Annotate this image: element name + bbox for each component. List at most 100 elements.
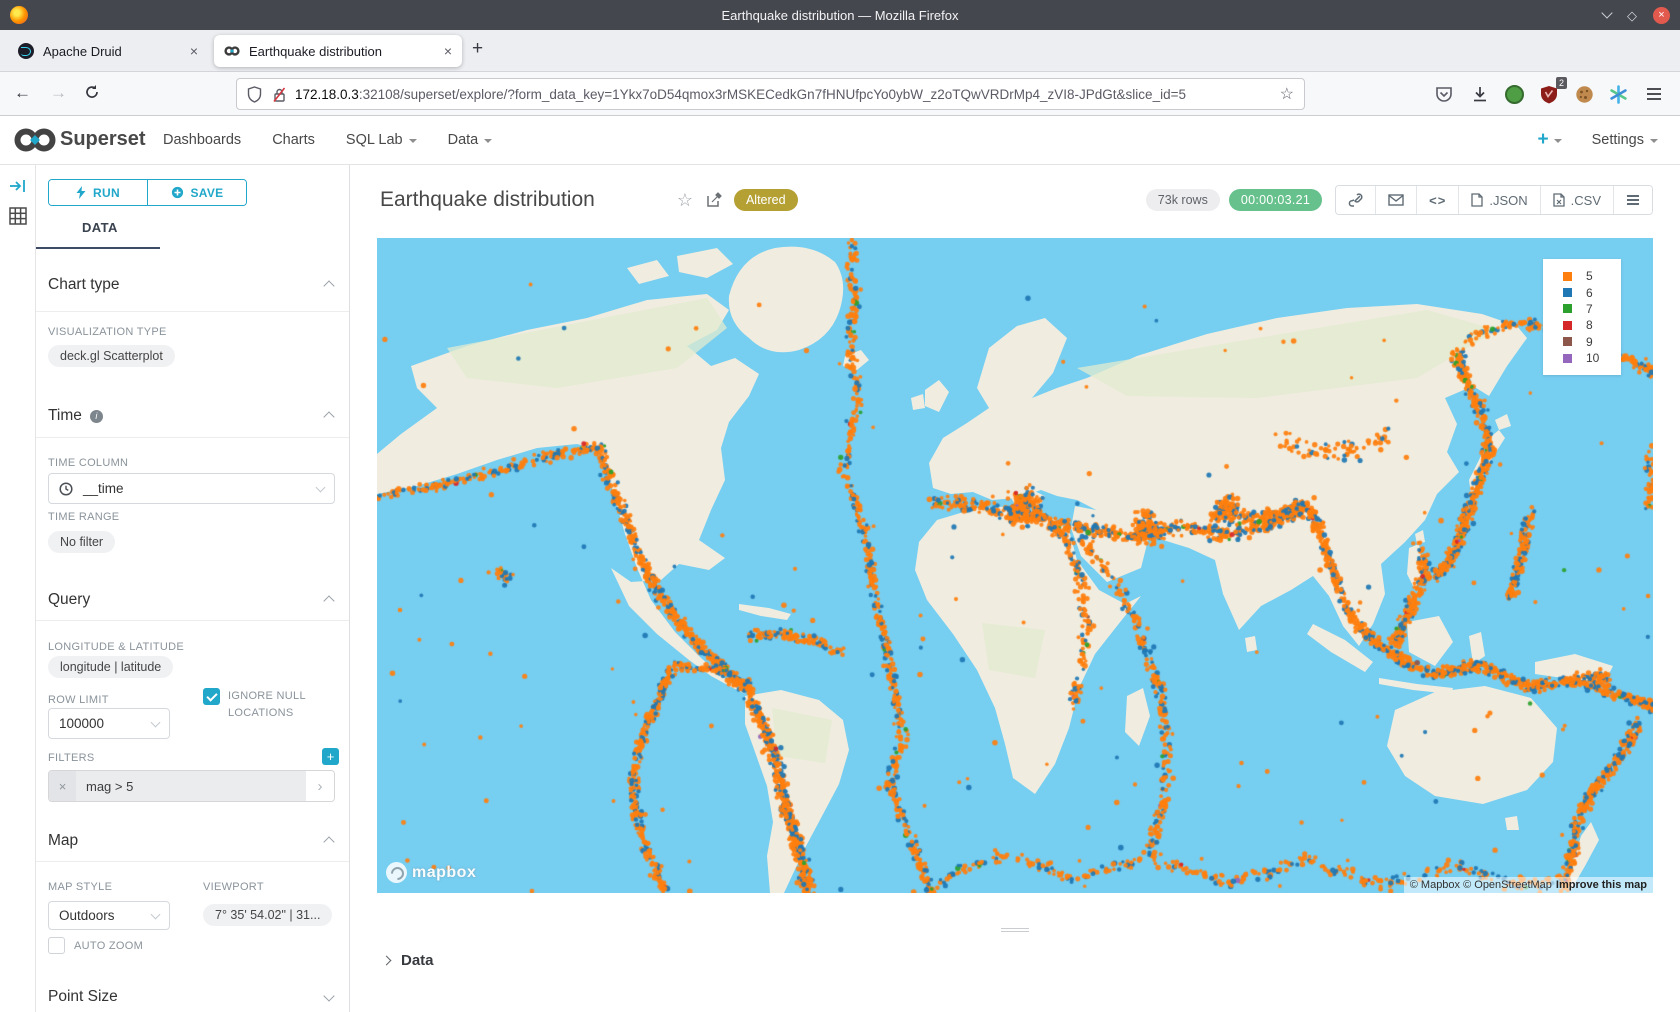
row-count-badge: 73k rows — [1146, 189, 1220, 211]
divider — [36, 437, 349, 438]
altered-badge[interactable]: Altered — [734, 189, 798, 211]
email-button[interactable] — [1375, 186, 1416, 214]
browser-tab-druid[interactable]: Apache Druid × — [8, 35, 208, 67]
viewport-value[interactable]: 7° 35' 54.02" | 31... — [203, 904, 332, 926]
nav-item-data[interactable]: Data — [448, 132, 493, 148]
save-button[interactable]: SAVE — [147, 180, 246, 205]
filter-value[interactable]: mag > 5 — [76, 771, 306, 801]
time-range-value[interactable]: No filter — [48, 531, 115, 553]
reload-button[interactable] — [84, 84, 100, 105]
collapse-icon[interactable] — [323, 836, 334, 847]
panel-resize-handle[interactable] — [1001, 926, 1029, 934]
tab-data[interactable]: DATA — [82, 220, 118, 235]
section-map[interactable]: Map — [48, 832, 78, 850]
chart-menu-button[interactable] — [1613, 186, 1652, 214]
settings-menu[interactable]: Settings — [1592, 132, 1658, 148]
row-limit-select[interactable]: 100000 — [48, 708, 170, 739]
nav-item-charts[interactable]: Charts — [272, 132, 315, 148]
tab-close-icon[interactable]: × — [444, 43, 452, 59]
time-column-select[interactable]: __time — [48, 473, 335, 504]
filter-chip[interactable]: × mag > 5 › — [48, 770, 335, 802]
mapbox-logo[interactable]: mapbox — [386, 862, 476, 883]
collapse-icon[interactable] — [323, 280, 334, 291]
brand-title[interactable]: Superset — [60, 128, 146, 151]
favorite-star-icon[interactable]: ☆ — [677, 190, 693, 211]
ignore-null-checkbox[interactable] — [203, 688, 220, 705]
clock-icon — [59, 482, 73, 496]
maximize-diamond-icon[interactable]: ◇ — [1627, 9, 1637, 22]
earthquake-points-layer[interactable] — [377, 238, 1653, 893]
filter-expand-icon[interactable]: › — [306, 771, 334, 801]
visualization-type-value[interactable]: deck.gl Scatterplot — [48, 345, 175, 367]
download-icon[interactable] — [1468, 82, 1492, 106]
edit-icon[interactable] — [706, 192, 722, 208]
lonlat-value[interactable]: longitude | latitude — [48, 656, 173, 678]
cookie-icon[interactable] — [1572, 82, 1596, 106]
section-chart-type[interactable]: Chart type — [48, 276, 120, 294]
legend-swatch — [1563, 337, 1572, 346]
tab-close-icon[interactable]: × — [190, 43, 198, 59]
collapse-icon[interactable] — [323, 595, 334, 606]
chevron-down-icon — [484, 139, 492, 143]
expand-icon[interactable] — [323, 990, 334, 1001]
nav-item-dashboards[interactable]: Dashboards — [163, 132, 241, 148]
info-icon: i — [90, 410, 103, 423]
minimize-icon[interactable] — [1601, 7, 1612, 18]
chart-title[interactable]: Earthquake distribution — [380, 188, 595, 212]
url-text[interactable]: 172.18.0.3:32108/superset/explore/?form_… — [295, 87, 1280, 102]
section-time[interactable]: Time i — [48, 407, 103, 425]
visualization-type-label: VISUALIZATION TYPE — [48, 326, 167, 338]
legend-swatch — [1563, 354, 1572, 363]
data-panel-toggle[interactable]: Data — [383, 952, 434, 969]
plus-circle-icon — [171, 186, 184, 199]
file-icon — [1471, 193, 1483, 207]
chevron-down-icon — [316, 482, 326, 492]
share-link-button[interactable] — [1336, 186, 1375, 214]
nav-item-sql-lab[interactable]: SQL Lab — [346, 132, 417, 148]
run-button[interactable]: RUN — [49, 180, 147, 205]
collapse-icon[interactable] — [323, 411, 334, 422]
auto-zoom-checkbox[interactable] — [48, 937, 65, 954]
map-style-select[interactable]: Outdoors — [48, 901, 170, 930]
add-filter-button[interactable]: + — [322, 748, 339, 765]
browser-tab-superset[interactable]: Earthquake distribution × — [214, 35, 462, 67]
close-button[interactable]: × — [1653, 7, 1670, 24]
section-query[interactable]: Query — [48, 591, 90, 609]
chart-actions: <> .JSON .CSV — [1335, 185, 1653, 215]
embed-code-button[interactable]: <> — [1416, 186, 1458, 214]
bookmark-star-icon[interactable]: ☆ — [1280, 84, 1294, 104]
chevron-down-icon — [1554, 139, 1562, 143]
legend-item[interactable]: 6 — [1563, 284, 1621, 300]
viewport-label: VIEWPORT — [203, 881, 264, 893]
privacy-badger-icon[interactable] — [1502, 82, 1526, 106]
legend-item[interactable]: 9 — [1563, 334, 1621, 350]
remove-filter-icon[interactable]: × — [49, 771, 76, 801]
back-button[interactable]: ← — [14, 83, 31, 103]
row-limit-label: ROW LIMIT — [48, 694, 109, 706]
legend-item[interactable]: 10 — [1563, 350, 1621, 366]
deckgl-map[interactable]: 5 6 7 8 9 10 mapbox © Mapbox © OpenStree… — [377, 238, 1653, 893]
browser-menu-icon[interactable] — [1642, 82, 1666, 106]
add-new-button[interactable]: + — [1537, 129, 1561, 151]
auto-zoom-control: AUTO ZOOM — [48, 937, 143, 954]
export-json-button[interactable]: .JSON — [1458, 186, 1539, 214]
url-bar[interactable]: 172.18.0.3:32108/superset/explore/?form_… — [236, 78, 1305, 110]
dataset-grid-icon[interactable] — [9, 207, 27, 225]
window-title: Earthquake distribution — Mozilla Firefo… — [0, 8, 1680, 23]
legend-item[interactable]: 8 — [1563, 317, 1621, 333]
lock-insecure-icon[interactable] — [271, 86, 287, 103]
legend-item[interactable]: 5 — [1563, 268, 1621, 284]
improve-map-link[interactable]: Improve this map — [1556, 879, 1647, 891]
legend-item[interactable]: 7 — [1563, 301, 1621, 317]
extension-asterisk-icon[interactable] — [1606, 82, 1630, 106]
filters-label: FILTERS — [48, 752, 95, 764]
section-point-size[interactable]: Point Size — [48, 988, 118, 1006]
collapse-panel-icon[interactable] — [9, 178, 27, 194]
export-csv-button[interactable]: .CSV — [1540, 186, 1613, 214]
pocket-icon[interactable] — [1432, 82, 1456, 106]
ublock-icon[interactable]: 2 — [1537, 82, 1561, 106]
new-tab-button[interactable]: + — [472, 38, 483, 60]
superset-navbar: Superset Dashboards Charts SQL Lab Data … — [0, 116, 1680, 165]
shield-icon[interactable] — [247, 86, 262, 103]
forward-button[interactable]: → — [50, 83, 67, 103]
